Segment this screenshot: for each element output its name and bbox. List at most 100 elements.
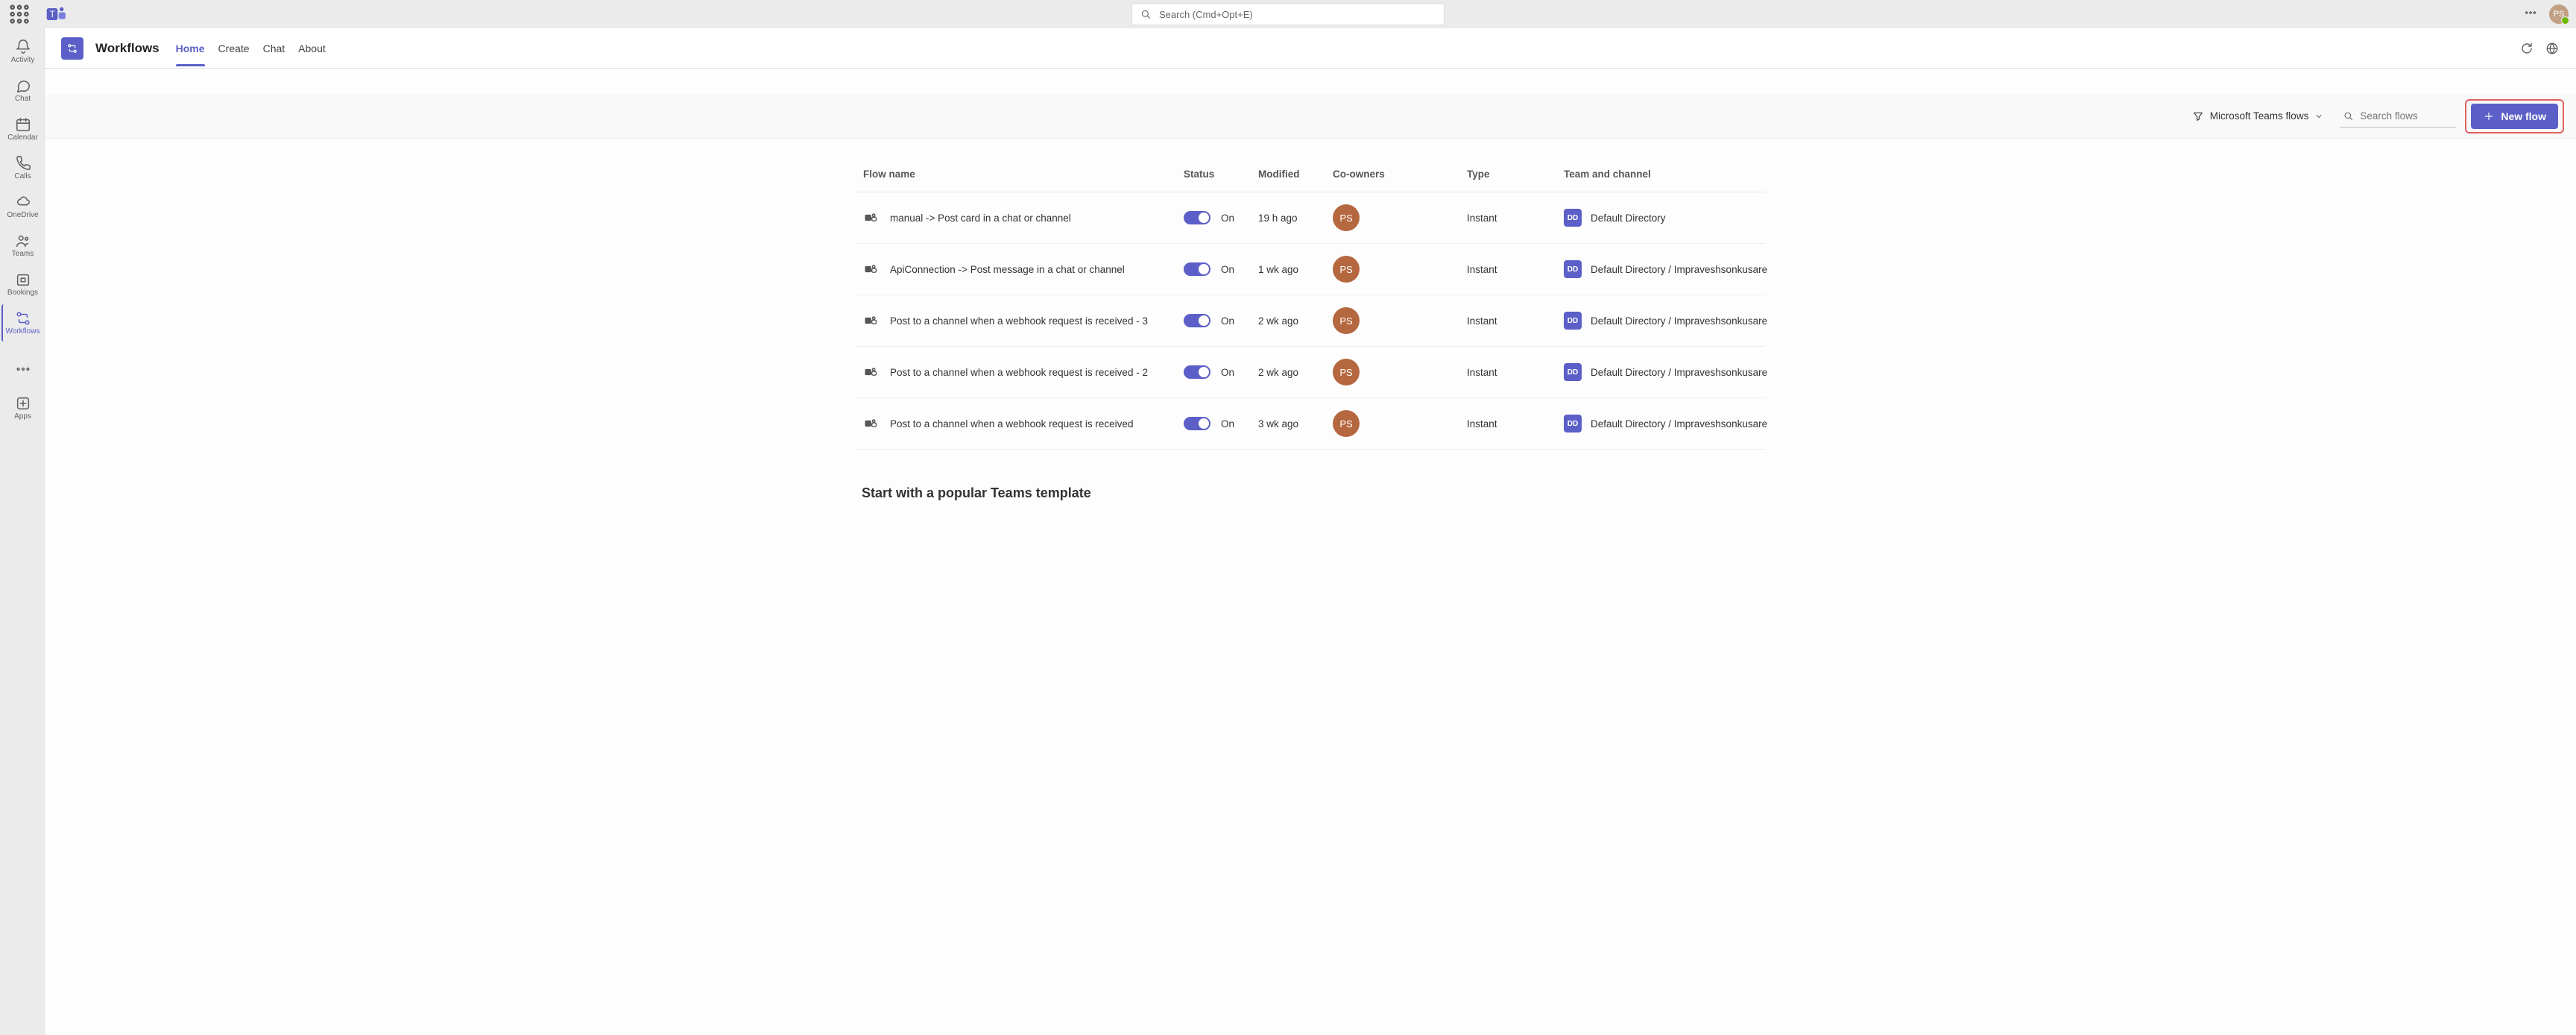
rail-calls[interactable]: Calls [1, 149, 43, 186]
rail-label: OneDrive [7, 211, 38, 219]
table-row[interactable]: ApiConnection -> Post message in a chat … [856, 244, 1765, 295]
status-toggle[interactable] [1184, 211, 1210, 224]
rail-label: Apps [14, 412, 31, 421]
chevron-down-icon [2314, 112, 2323, 121]
status-toggle[interactable] [1184, 262, 1210, 276]
plus-icon [2483, 110, 2495, 122]
flow-name-cell: Post to a channel when a webhook request… [863, 313, 1184, 328]
status-toggle[interactable] [1184, 314, 1210, 327]
type-cell: Instant [1467, 418, 1564, 430]
owners-cell: PS [1333, 204, 1467, 231]
status-cell: On [1184, 365, 1258, 379]
new-flow-button[interactable]: New flow [2471, 104, 2558, 129]
modified-cell: 3 wk ago [1258, 418, 1333, 430]
tab-chat[interactable]: Chat [263, 31, 285, 66]
team-cell: DDDefault Directory / Impraveshsonkusare [1564, 415, 1787, 432]
team-name: Default Directory / Impraveshsonkusare [1591, 264, 1767, 275]
flow-name: manual -> Post card in a chat or channel [890, 213, 1071, 224]
rail-label: Chat [15, 95, 31, 103]
tab-about[interactable]: About [298, 31, 326, 66]
col-modified: Modified [1258, 169, 1333, 180]
rail-teams[interactable]: Teams [1, 227, 43, 264]
search-placeholder: Search (Cmd+Opt+E) [1159, 9, 1253, 20]
globe-icon[interactable] [2545, 41, 2560, 56]
team-cell: DD Default Directory / Impraveshsonkusare [1564, 260, 1787, 278]
owners-cell: PS [1333, 359, 1467, 386]
status-toggle[interactable] [1184, 365, 1210, 379]
modified-cell: 2 wk ago [1258, 367, 1333, 378]
team-name: Default Directory / Impraveshsonkusare [1591, 315, 1767, 327]
flow-name: Post to a channel when a webhook request… [890, 418, 1133, 430]
global-search[interactable]: Search (Cmd+Opt+E) [1131, 3, 1445, 25]
refresh-icon[interactable] [2519, 41, 2534, 56]
teams-connector-icon [863, 416, 878, 431]
col-team: Team and channel [1564, 169, 1787, 180]
status-cell: On [1184, 417, 1258, 430]
flow-name: ApiConnection -> Post message in a chat … [890, 264, 1125, 275]
modified-cell: 2 wk ago [1258, 315, 1333, 327]
status-toggle[interactable] [1184, 417, 1210, 430]
rail-label: Calls [14, 172, 31, 180]
owner-avatar: PS [1333, 359, 1360, 386]
teams-app-icon[interactable]: T [45, 2, 69, 26]
tab-home[interactable]: Home [176, 31, 205, 66]
app-launcher-icon[interactable] [7, 2, 31, 26]
search-icon [2343, 110, 2354, 122]
col-type: Type [1467, 169, 1564, 180]
table-row[interactable]: manual -> Post card in a chat or channel… [856, 192, 1765, 244]
app-header: Workflows Home Create Chat About [45, 28, 2576, 69]
flow-name: Post to a channel when a webhook request… [890, 367, 1148, 378]
rail-workflows[interactable]: Workflows [1, 304, 43, 342]
flows-toolbar: Microsoft Teams flows New flow [45, 94, 2576, 139]
teams-connector-icon [863, 365, 878, 380]
team-name: Default Directory / Impraveshsonkusare [1591, 367, 1767, 378]
rail-label: Calendar [7, 133, 38, 142]
team-badge: DD [1564, 260, 1582, 278]
flow-name-cell: manual -> Post card in a chat or channel [863, 210, 1184, 225]
more-options-icon[interactable] [2524, 6, 2537, 23]
owners-cell: PS [1333, 256, 1467, 283]
team-cell: DDDefault Directory / Impraveshsonkusare [1564, 363, 1787, 381]
filter-icon [2192, 110, 2204, 122]
modified-cell: 19 h ago [1258, 213, 1333, 224]
rail-more[interactable] [1, 350, 43, 388]
rail-onedrive[interactable]: OneDrive [1, 188, 43, 225]
status-cell: On [1184, 262, 1258, 276]
owner-avatar: PS [1333, 307, 1360, 334]
flow-name-cell: Post to a channel when a webhook request… [863, 416, 1184, 431]
rail-activity[interactable]: Activity [1, 33, 43, 70]
table-row[interactable]: Post to a channel when a webhook request… [856, 295, 1765, 347]
status-text: On [1221, 213, 1234, 224]
svg-text:T: T [50, 9, 56, 19]
flow-name: Post to a channel when a webhook request… [890, 315, 1148, 327]
owner-avatar: PS [1333, 204, 1360, 231]
col-flowname: Flow name [863, 169, 1184, 180]
titlebar: T Search (Cmd+Opt+E) PS [0, 0, 2576, 28]
search-flows[interactable] [2340, 105, 2456, 128]
workflows-app-icon [61, 37, 83, 60]
type-cell: Instant [1467, 367, 1564, 378]
teams-connector-icon [863, 210, 878, 225]
filter-dropdown[interactable]: Microsoft Teams flows [2185, 106, 2332, 127]
user-avatar[interactable]: PS [2549, 4, 2569, 24]
rail-chat[interactable]: Chat [1, 72, 43, 109]
status-text: On [1221, 367, 1234, 378]
owner-avatar: PS [1333, 256, 1360, 283]
search-flows-input[interactable] [2360, 110, 2449, 122]
type-cell: Instant [1467, 213, 1564, 224]
status-text: On [1221, 264, 1234, 275]
table-row[interactable]: Post to a channel when a webhook request… [856, 347, 1765, 398]
app-rail: Activity Chat Calendar Calls OneDrive Te… [0, 28, 45, 1035]
rail-bookings[interactable]: Bookings [1, 265, 43, 303]
search-icon [1140, 8, 1152, 20]
rail-calendar[interactable]: Calendar [1, 110, 43, 148]
status-cell: On [1184, 211, 1258, 224]
table-header: Flow name Status Modified Co-owners Type… [856, 157, 1765, 192]
rail-label: Teams [12, 250, 34, 258]
tab-create[interactable]: Create [218, 31, 250, 66]
flows-table: Flow name Status Modified Co-owners Type… [856, 139, 1765, 501]
team-cell: DDDefault Directory / Impraveshsonkusare [1564, 312, 1787, 330]
rail-apps[interactable]: Apps [1, 389, 43, 427]
owner-avatar: PS [1333, 410, 1360, 437]
table-row[interactable]: Post to a channel when a webhook request… [856, 398, 1765, 450]
